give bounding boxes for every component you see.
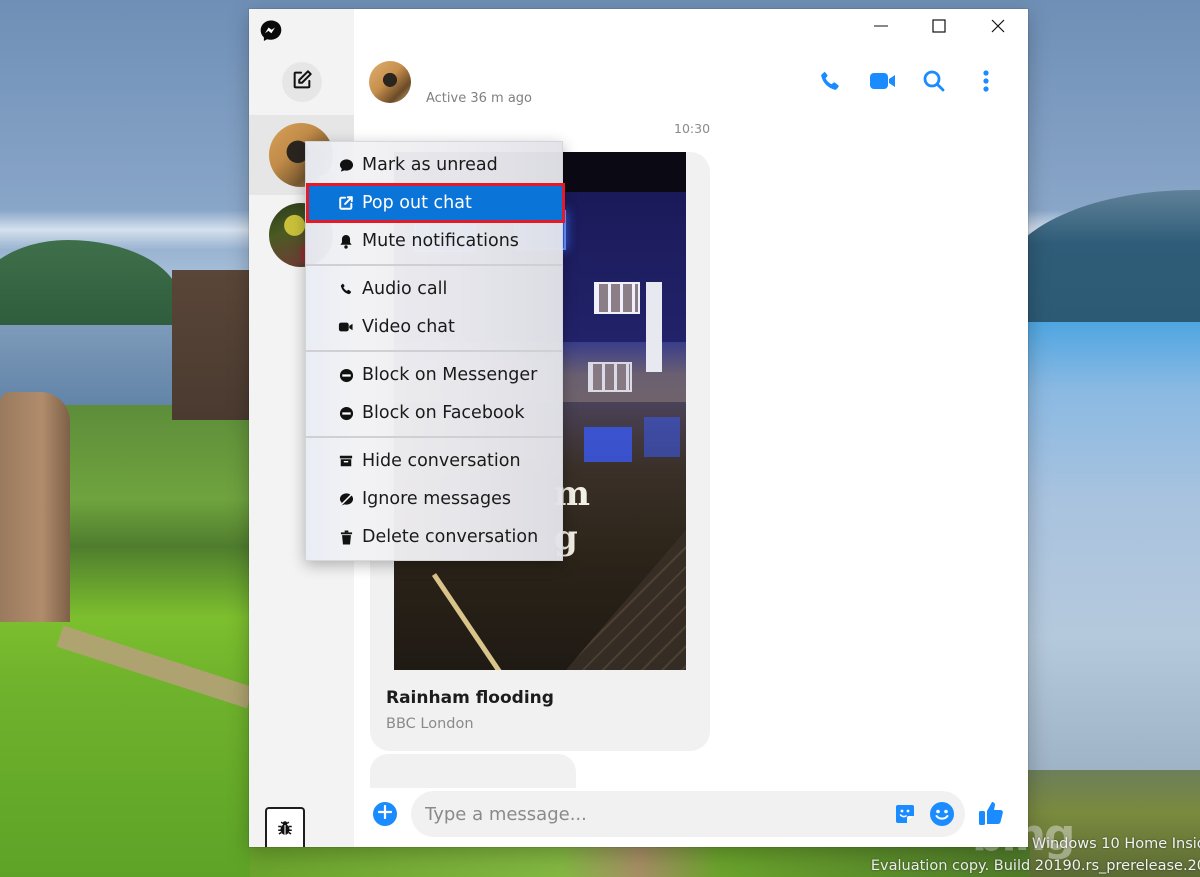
phone-icon — [338, 281, 354, 297]
menu-item-mute-notifications[interactable]: Mute notifications — [306, 222, 562, 260]
menu-separator — [306, 350, 562, 352]
bell-icon — [338, 233, 354, 249]
menu-item-audio-call[interactable]: Audio call — [306, 270, 562, 308]
menu-item-block-on-facebook[interactable]: Block on Facebook — [306, 394, 562, 432]
message-input[interactable] — [425, 791, 885, 837]
sticker-icon[interactable] — [893, 802, 917, 826]
video-camera-icon — [869, 70, 897, 97]
external-link-icon — [338, 195, 354, 211]
close-button[interactable] — [969, 9, 1027, 47]
minimize-button[interactable] — [852, 9, 910, 47]
plus-circle-icon — [377, 804, 393, 824]
archive-icon — [338, 453, 354, 469]
bug-icon — [276, 819, 294, 842]
menu-item-hide-conversation[interactable]: Hide conversation — [306, 442, 562, 480]
wallpaper-lake-right — [1025, 322, 1200, 772]
more-vertical-icon — [982, 69, 990, 98]
message-timestamp: 10:30 — [674, 121, 711, 136]
message-bubble — [370, 754, 576, 788]
menu-item-block-on-messenger[interactable]: Block on Messenger — [306, 356, 562, 394]
thumbs-up-icon[interactable] — [977, 799, 1007, 829]
conversation-context-menu: Mark as unread Pop out chat Mute notific… — [305, 141, 565, 561]
maximize-icon — [932, 18, 946, 38]
active-status: Active 36 m ago — [426, 91, 532, 106]
video-camera-icon — [338, 319, 354, 335]
chat-header: Active 36 m ago — [354, 47, 1028, 117]
search-button[interactable] — [916, 65, 952, 101]
messenger-logo-icon — [259, 19, 283, 43]
add-attachment-button[interactable] — [373, 802, 397, 826]
menu-item-delete-conversation[interactable]: Delete conversation — [306, 518, 562, 556]
menu-item-video-chat[interactable]: Video chat — [306, 308, 562, 346]
more-options-button[interactable] — [968, 65, 1004, 101]
minimize-icon — [874, 19, 888, 38]
shared-link-title[interactable]: Rainham flooding — [386, 688, 554, 708]
shared-link-source: BBC London — [386, 716, 474, 732]
menu-separator — [306, 436, 562, 438]
message-composer — [411, 791, 965, 837]
trash-icon — [338, 529, 354, 545]
speech-bubble-icon — [338, 157, 354, 173]
contact-avatar[interactable] — [369, 61, 411, 103]
block-icon — [338, 367, 354, 383]
close-icon — [991, 19, 1005, 38]
block-icon — [338, 405, 354, 421]
menu-item-pop-out-chat[interactable]: Pop out chat — [306, 183, 565, 223]
menu-separator — [306, 264, 562, 266]
watermark-build: Evaluation copy. Build 20190.rs_prerelea… — [870, 858, 1200, 874]
report-bug-button[interactable] — [265, 807, 305, 847]
ignore-icon — [338, 491, 354, 507]
wallpaper-castle-ruin — [0, 392, 70, 622]
compose-icon — [291, 69, 313, 96]
menu-item-ignore-messages[interactable]: Ignore messages — [306, 480, 562, 518]
emoji-icon[interactable] — [929, 801, 955, 827]
phone-icon — [818, 69, 842, 98]
wallpaper-castle-tower — [172, 270, 250, 420]
menu-item-mark-as-unread[interactable]: Mark as unread — [306, 146, 562, 184]
video-call-button[interactable] — [865, 65, 901, 101]
maximize-button[interactable] — [910, 9, 968, 47]
compose-button[interactable] — [282, 62, 322, 102]
audio-call-button[interactable] — [812, 65, 848, 101]
search-icon — [922, 69, 946, 98]
